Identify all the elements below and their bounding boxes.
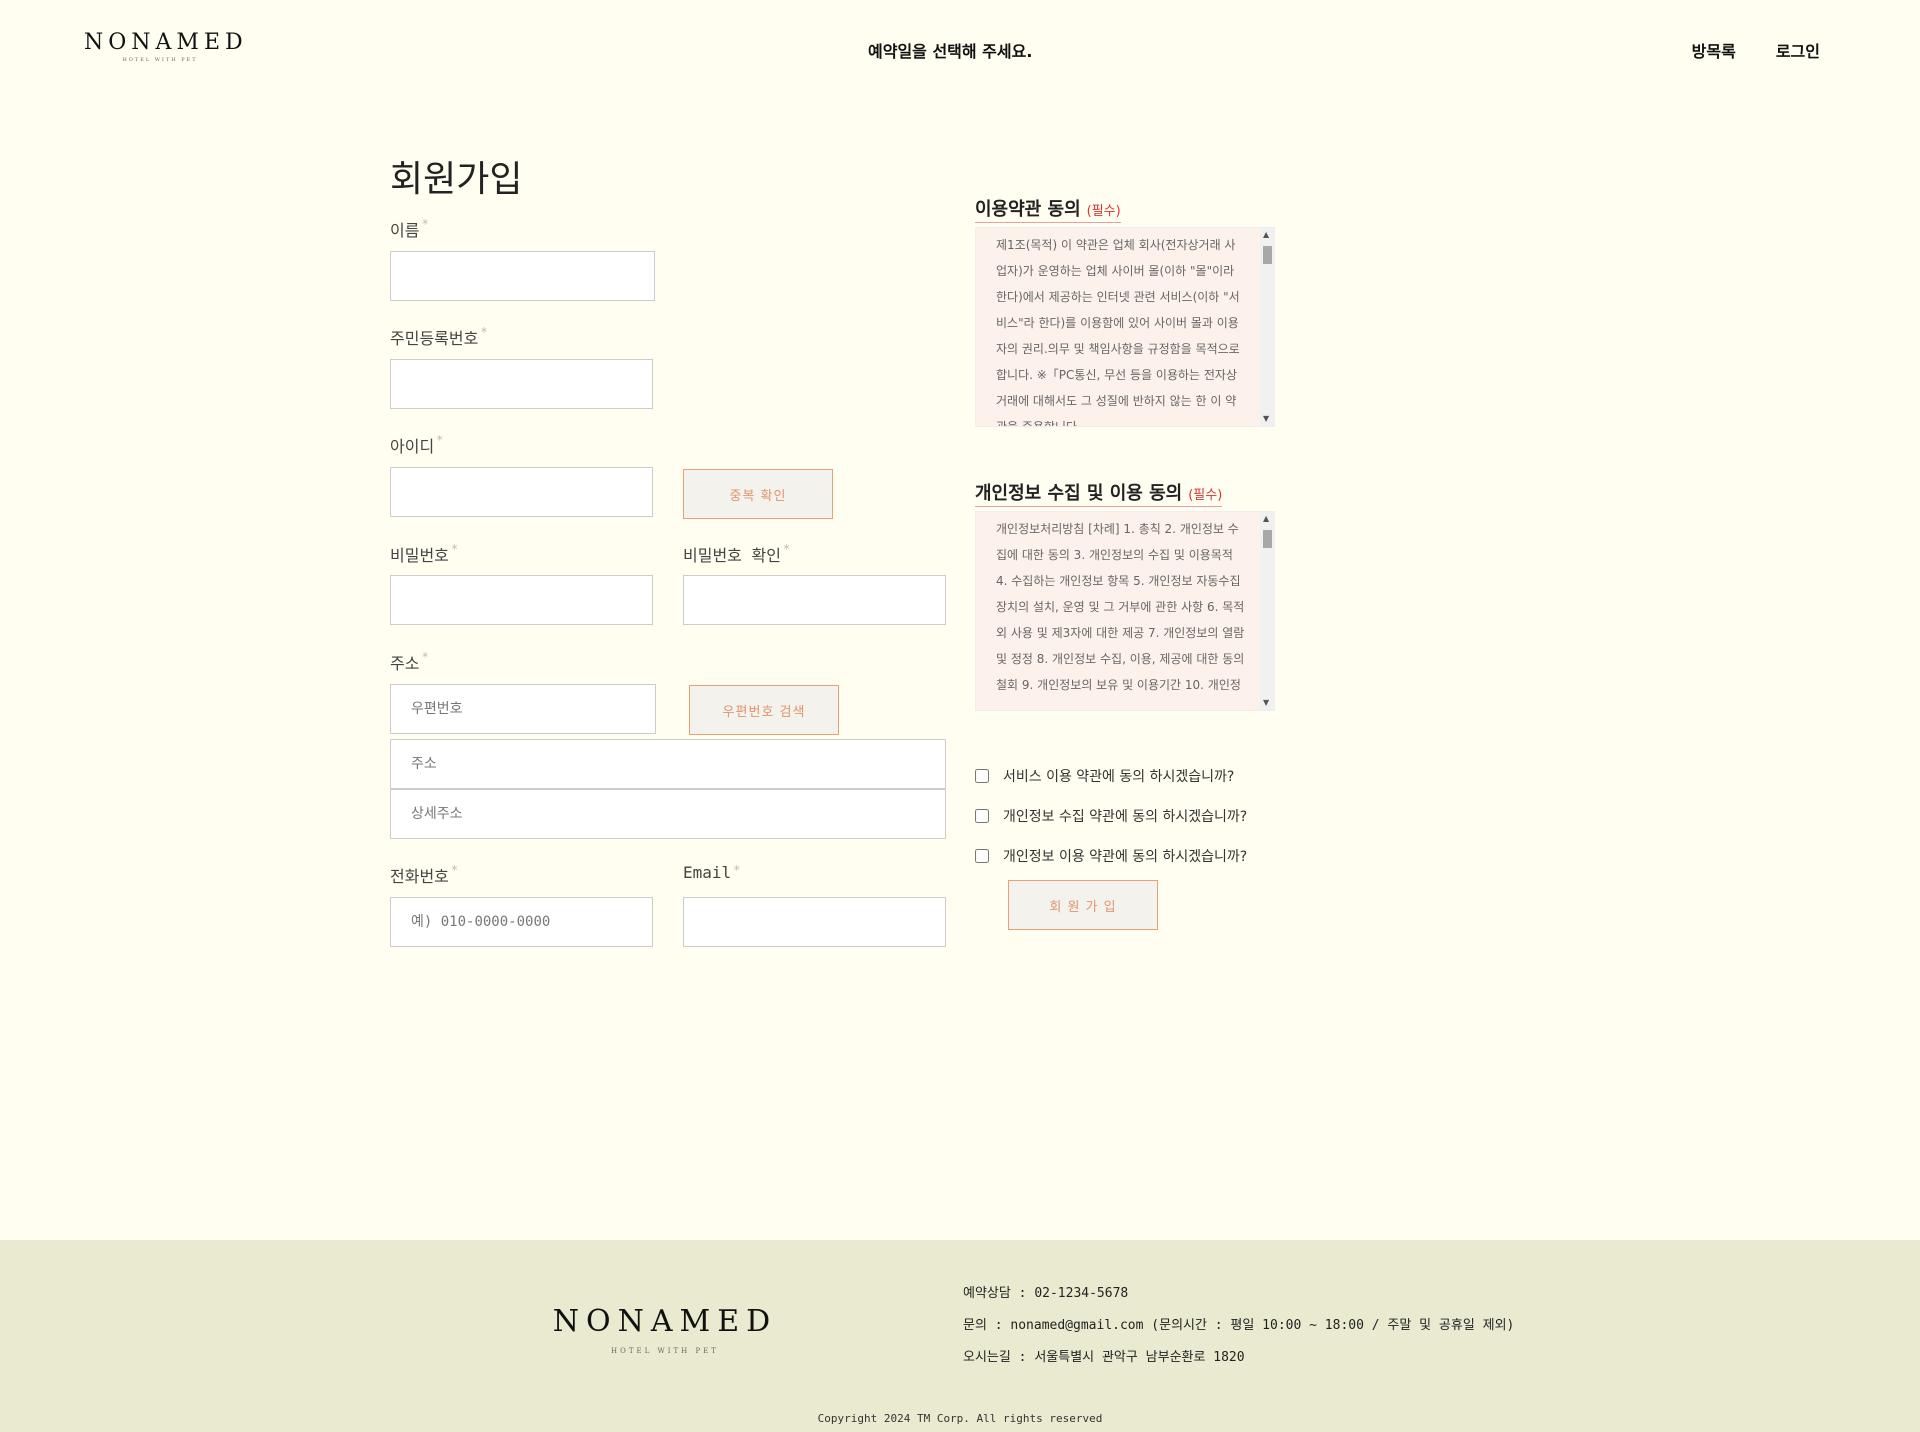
footer-inquiry: 문의 : nonamed@gmail.com (문의시간 : 평일 10:00 … bbox=[963, 1318, 1515, 1333]
scroll-up-icon[interactable]: ▲ bbox=[1263, 230, 1269, 240]
zipcode-search-button[interactable]: 우편번호 검색 bbox=[689, 685, 839, 735]
agree-collect-checkbox[interactable] bbox=[975, 809, 989, 823]
phone-input[interactable] bbox=[390, 897, 653, 947]
name-label: 이름 * bbox=[390, 217, 429, 240]
logo-subtext: HOTEL WITH PET bbox=[122, 57, 198, 63]
name-input[interactable] bbox=[390, 251, 655, 301]
required-tag: (필수) bbox=[1086, 204, 1121, 219]
service-terms-title: 이용약관 동의 (필수) bbox=[975, 195, 1121, 223]
agree-use-checkbox-row[interactable]: 개인정보 이용 약관에 동의 하시겠습니까? bbox=[975, 846, 1247, 866]
service-terms-box[interactable]: 제1조(목적) 이 약관은 업체 회사(전자상거래 사업자)가 운영하는 업체 … bbox=[975, 227, 1275, 427]
email-label: Email * bbox=[683, 863, 741, 882]
page-title: 회원가입 bbox=[390, 159, 523, 200]
service-terms-scrollbar[interactable]: ▲ ▼ bbox=[1260, 228, 1274, 426]
id-label: 아이디 * bbox=[390, 433, 444, 456]
logo[interactable]: NONAMED HOTEL WITH PET bbox=[84, 30, 248, 63]
scroll-thumb[interactable] bbox=[1263, 246, 1272, 264]
signup-submit-button[interactable]: 회 원 가 입 bbox=[1008, 880, 1158, 930]
zipcode-input[interactable] bbox=[390, 684, 656, 734]
scroll-up-icon[interactable]: ▲ bbox=[1263, 514, 1269, 524]
privacy-terms-scrollbar[interactable]: ▲ ▼ bbox=[1260, 512, 1274, 710]
rrn-label: 주민등록번호 * bbox=[390, 325, 488, 348]
agree-service-checkbox[interactable] bbox=[975, 769, 989, 783]
header: NONAMED HOTEL WITH PET 예약일을 선택해 주세요. 방목록… bbox=[0, 0, 1920, 100]
agree-use-label: 개인정보 이용 약관에 동의 하시겠습니까? bbox=[1003, 849, 1248, 865]
address-detail-input[interactable] bbox=[390, 789, 946, 839]
password-confirm-input[interactable] bbox=[683, 575, 946, 625]
password-confirm-label: 비밀번호 확인 * bbox=[683, 542, 791, 565]
agree-service-checkbox-row[interactable]: 서비스 이용 약관에 동의 하시겠습니까? bbox=[975, 766, 1234, 786]
privacy-terms-title: 개인정보 수집 및 이용 동의 (필수) bbox=[975, 479, 1223, 507]
copyright: Copyright 2024 TM Corp. All rights reser… bbox=[817, 1412, 1103, 1425]
required-tag: (필수) bbox=[1188, 488, 1223, 503]
footer-logo-subtext: HOTEL WITH PET bbox=[611, 1347, 719, 1355]
footer-logo: NONAMED HOTEL WITH PET bbox=[550, 1304, 780, 1355]
privacy-terms-text: 개인정보처리방침 [차례] 1. 총칙 2. 개인정보 수집에 대한 동의 3.… bbox=[996, 522, 1245, 692]
rrn-input[interactable] bbox=[390, 359, 653, 409]
reservation-date-prompt[interactable]: 예약일을 선택해 주세요. bbox=[868, 38, 1032, 62]
service-terms-text: 제1조(목적) 이 약관은 업체 회사(전자상거래 사업자)가 운영하는 업체 … bbox=[996, 238, 1240, 427]
email-input[interactable] bbox=[683, 897, 946, 947]
footer: NONAMED HOTEL WITH PET 예약상담 : 02-1234-56… bbox=[0, 1240, 1920, 1432]
password-input[interactable] bbox=[390, 575, 653, 625]
privacy-terms-box[interactable]: 개인정보처리방침 [차례] 1. 총칙 2. 개인정보 수집에 대한 동의 3.… bbox=[975, 511, 1275, 711]
agree-collect-checkbox-row[interactable]: 개인정보 수집 약관에 동의 하시겠습니까? bbox=[975, 806, 1247, 826]
nav-login[interactable]: 로그인 bbox=[1776, 38, 1820, 62]
footer-info: 예약상담 : 02-1234-5678 문의 : nonamed@gmail.c… bbox=[963, 1284, 1514, 1380]
address-label: 주소 * bbox=[390, 650, 429, 673]
footer-logo-text: NONAMED bbox=[552, 1304, 778, 1339]
id-input[interactable] bbox=[390, 467, 653, 517]
scroll-down-icon[interactable]: ▼ bbox=[1263, 698, 1269, 708]
password-label: 비밀번호 * bbox=[390, 542, 459, 565]
agree-use-checkbox[interactable] bbox=[975, 849, 989, 863]
footer-reservation: 예약상담 : 02-1234-5678 bbox=[963, 1286, 1129, 1301]
logo-text: NONAMED bbox=[84, 30, 248, 55]
address-input[interactable] bbox=[390, 739, 946, 789]
duplicate-check-button[interactable]: 중복 확인 bbox=[683, 469, 833, 519]
agree-collect-label: 개인정보 수집 약관에 동의 하시겠습니까? bbox=[1003, 809, 1248, 825]
phone-label: 전화번호 * bbox=[390, 863, 459, 886]
scroll-thumb[interactable] bbox=[1263, 530, 1272, 548]
agree-service-label: 서비스 이용 약관에 동의 하시겠습니까? bbox=[1003, 769, 1235, 785]
nav-room-list[interactable]: 방목록 bbox=[1692, 38, 1736, 62]
scroll-down-icon[interactable]: ▼ bbox=[1263, 414, 1269, 424]
top-nav: 방목록 로그인 bbox=[1692, 38, 1820, 62]
footer-location: 오시는길 : 서울특별시 관악구 남부순환로 1820 bbox=[963, 1350, 1245, 1365]
